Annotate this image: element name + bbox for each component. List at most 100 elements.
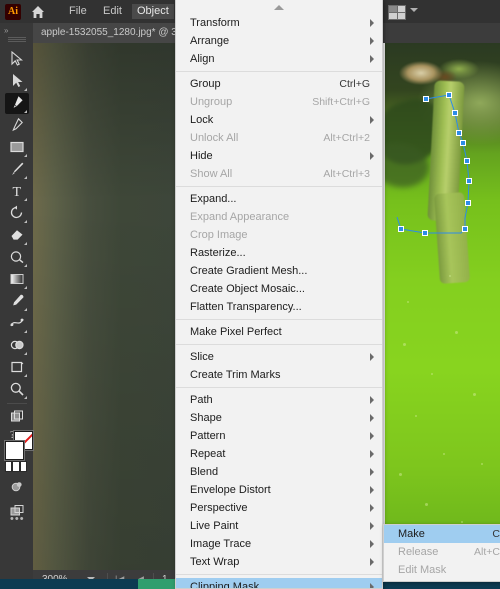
menu-item-label: Create Trim Marks [190, 369, 281, 381]
path-anchor-point[interactable] [452, 110, 458, 116]
artboard-tool[interactable] [5, 357, 29, 378]
chevron-down-icon[interactable] [410, 8, 418, 12]
menu-item-label: Expand... [190, 193, 237, 205]
menu-item-shape[interactable]: Shape [176, 409, 382, 427]
change-screen-mode-icon[interactable] [5, 407, 29, 428]
chevron-right-icon [370, 486, 374, 494]
selection-tool[interactable] [5, 49, 29, 70]
menu-item-shortcut: Alt+Ctrl+3 [323, 168, 370, 180]
menu-item-shortcut: C [492, 528, 500, 540]
menu-item-expand[interactable]: Expand... [176, 190, 382, 208]
expand-panel-icon[interactable]: » [4, 26, 9, 35]
menu-item-flatten-transparency[interactable]: Flatten Transparency... [176, 298, 382, 316]
blend-tool[interactable] [5, 313, 29, 334]
color-mode-icons[interactable] [5, 461, 27, 472]
zoom-tool[interactable] [5, 379, 29, 400]
menu-item-label: Release [398, 546, 439, 558]
menu-item-label: Create Object Mosaic... [190, 283, 305, 295]
illustrator-logo: Ai [5, 4, 21, 20]
menu-item-lock[interactable]: Lock [176, 111, 382, 129]
menu-object[interactable]: Object [132, 4, 174, 19]
menu-item-label: Clipping Mask [190, 581, 260, 589]
chevron-up-icon [274, 5, 284, 10]
path-anchor-point[interactable] [464, 158, 470, 164]
clipping-mask-submenu[interactable]: Make C Release Alt+C Edit Mask [383, 524, 500, 582]
menu-file[interactable]: File [64, 4, 92, 19]
menu-item-path[interactable]: Path [176, 391, 382, 409]
menu-item-blend[interactable]: Blend [176, 463, 382, 481]
paintbrush-tool[interactable] [5, 159, 29, 180]
path-anchor-point[interactable] [456, 130, 462, 136]
path-anchor-point[interactable] [423, 96, 429, 102]
object-menu[interactable]: Transform Arrange Align Group Ctrl+G Ungroup S… [175, 0, 383, 589]
shape-builder-tool[interactable] [5, 335, 29, 356]
menu-item-repeat[interactable]: Repeat [176, 445, 382, 463]
menu-item-make-pixel-perfect[interactable]: Make Pixel Perfect [176, 323, 382, 341]
menu-item-text-wrap[interactable]: Text Wrap [176, 553, 382, 571]
menu-item-label: Text Wrap [190, 556, 240, 568]
menu-item-arrange[interactable]: Arrange [176, 32, 382, 50]
rectangle-tool[interactable] [5, 137, 29, 158]
menu-item-label: Group [190, 78, 221, 90]
direct-selection-tool[interactable] [5, 71, 29, 92]
menu-item-label: Expand Appearance [190, 211, 290, 223]
menu-item-create-object-mosaic[interactable]: Create Object Mosaic... [176, 280, 382, 298]
edit-toolbar-icon[interactable]: ••• [10, 513, 25, 525]
menu-item-label: Path [190, 394, 213, 406]
chevron-right-icon [370, 414, 374, 422]
menu-item-create-gradient-mesh[interactable]: Create Gradient Mesh... [176, 262, 382, 280]
path-anchor-point[interactable] [465, 200, 471, 206]
menu-item-perspective[interactable]: Perspective [176, 499, 382, 517]
eraser-tool[interactable] [5, 225, 29, 246]
arrange-documents-icon[interactable] [388, 5, 406, 20]
path-anchor-point[interactable] [422, 230, 428, 236]
chevron-right-icon [370, 152, 374, 160]
eyedropper-tool[interactable] [5, 291, 29, 312]
menu-item-transform[interactable]: Transform [176, 14, 382, 32]
vector-clipping-path[interactable] [385, 43, 500, 570]
menu-item-label: Rasterize... [190, 247, 246, 259]
menu-item-show-all: Show All Alt+Ctrl+3 [176, 165, 382, 183]
artwork-background-left [33, 43, 179, 570]
menu-item-clipping-mask[interactable]: Clipping Mask [176, 578, 382, 589]
path-anchor-point[interactable] [446, 92, 452, 98]
path-anchor-point[interactable] [466, 178, 472, 184]
menu-item-label: Envelope Distort [190, 484, 271, 496]
path-anchor-point[interactable] [398, 226, 404, 232]
menu-separator [176, 71, 382, 72]
menu-item-align[interactable]: Align [176, 50, 382, 68]
curvature-tool[interactable] [5, 115, 29, 136]
menu-item-create-trim-marks[interactable]: Create Trim Marks [176, 366, 382, 384]
pen-tool[interactable] [5, 93, 29, 114]
menu-item-live-paint[interactable]: Live Paint [176, 517, 382, 535]
chevron-right-icon [370, 558, 374, 566]
scale-tool[interactable] [5, 247, 29, 268]
menu-item-image-trace[interactable]: Image Trace [176, 535, 382, 553]
document-tab[interactable]: apple-1532055_1280.jpg* @ 3 [33, 23, 185, 43]
draw-mode-icon[interactable] [5, 477, 29, 498]
menu-scroll-up[interactable] [176, 0, 382, 14]
chevron-right-icon [370, 37, 374, 45]
menu-item-envelope-distort[interactable]: Envelope Distort [176, 481, 382, 499]
home-icon[interactable] [30, 4, 46, 20]
type-tool[interactable]: T [5, 181, 29, 202]
menu-item-rasterize[interactable]: Rasterize... [176, 244, 382, 262]
path-anchor-point[interactable] [460, 140, 466, 146]
submenu-item-make[interactable]: Make C [384, 525, 500, 543]
menu-item-shortcut: Ctrl+G [339, 78, 370, 90]
menu-item-group[interactable]: Group Ctrl+G [176, 75, 382, 93]
menu-item-slice[interactable]: Slice [176, 348, 382, 366]
fill-color-swatch[interactable] [5, 441, 24, 460]
menu-item-label: Transform [190, 17, 240, 29]
menu-item-hide[interactable]: Hide [176, 147, 382, 165]
menu-item-pattern[interactable]: Pattern [176, 427, 382, 445]
chevron-right-icon [370, 468, 374, 476]
menu-edit[interactable]: Edit [98, 4, 127, 19]
panel-grip[interactable] [8, 37, 26, 42]
path-anchor-point[interactable] [462, 226, 468, 232]
rotate-tool[interactable] [5, 203, 29, 224]
menu-item-shortcut: Alt+Ctrl+2 [323, 132, 370, 144]
menu-item-label: Make Pixel Perfect [190, 326, 282, 338]
apple-photo[interactable] [385, 43, 500, 570]
gradient-tool[interactable] [5, 269, 29, 290]
